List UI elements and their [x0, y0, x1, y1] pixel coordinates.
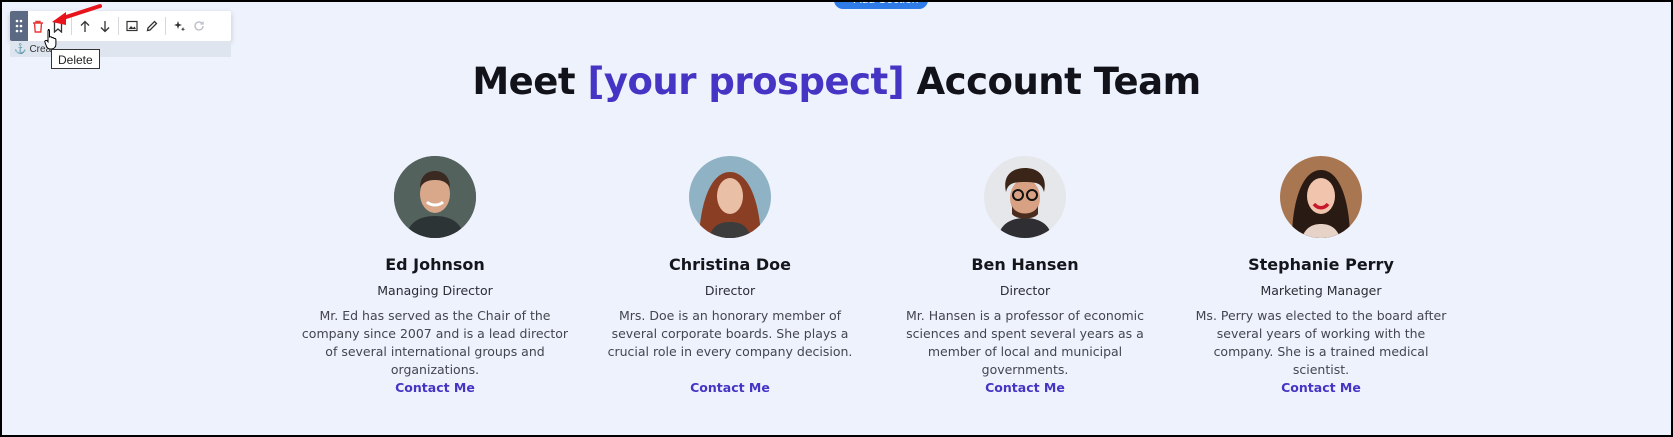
anchor-icon: ⚓	[14, 43, 27, 55]
annotation-arrow-icon	[52, 4, 102, 25]
contact-row-1: Contact Me	[595, 156, 865, 395]
hand-cursor-icon	[44, 29, 57, 50]
refresh-button[interactable]	[189, 11, 209, 41]
ai-generate-button[interactable]	[169, 11, 189, 41]
toolbar-divider	[165, 17, 166, 35]
avatar	[689, 156, 771, 238]
toolbar-divider	[118, 17, 119, 35]
trash-icon	[33, 20, 43, 33]
team-member-card: Christina Doe Director Mrs. Doe is an ho…	[595, 156, 865, 361]
edit-button[interactable]	[142, 11, 162, 41]
avatar	[984, 156, 1066, 238]
contact-me-link[interactable]: Contact Me	[890, 380, 1160, 395]
team-member-card: Stephanie Perry Marketing Manager Ms. Pe…	[1186, 156, 1456, 379]
contact-me-link[interactable]: Contact Me	[1186, 380, 1456, 395]
contact-row-3: Contact Me	[1186, 156, 1456, 395]
section-heading: Meet [your prospect] Account Team	[472, 60, 1201, 103]
avatar	[1280, 156, 1362, 238]
avatar	[394, 156, 476, 238]
background-image-button[interactable]	[122, 11, 142, 41]
team-member-card: Ed Johnson Managing Director Mr. Ed has …	[300, 156, 570, 379]
contact-me-link[interactable]: Contact Me	[300, 380, 570, 395]
drag-handle-icon[interactable]	[10, 11, 28, 41]
pencil-icon	[146, 20, 158, 32]
add-section-button[interactable]: + Add Section	[834, 0, 929, 9]
contact-me-link[interactable]: Contact Me	[595, 380, 865, 395]
heading-placeholder: [your prospect]	[587, 60, 905, 103]
team-member-card: Ben Hansen Director Mr. Hansen is a prof…	[890, 156, 1160, 379]
contact-row-2: Contact Me	[890, 156, 1160, 395]
contact-row-0: Contact Me	[300, 156, 570, 395]
sparkles-icon	[173, 20, 185, 31]
image-icon	[126, 20, 138, 32]
refresh-icon	[194, 21, 204, 31]
